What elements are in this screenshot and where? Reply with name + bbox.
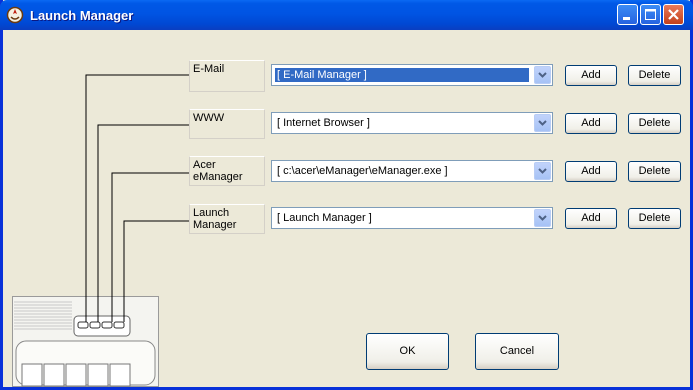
combo-launch-manager-value: [ Launch Manager ] [277,212,372,224]
launch-manager-icon [6,6,24,24]
close-icon [668,9,679,20]
label-email: E-Mail [189,60,265,92]
combo-www-value: [ Internet Browser ] [277,117,370,129]
dropdown-button[interactable] [534,162,551,180]
add-button-acer-emanager[interactable]: Add [565,161,617,182]
label-www: WWW [189,109,265,139]
combo-email-value: [ E-Mail Manager ] [275,68,529,82]
title-bar[interactable]: Launch Manager [0,0,693,30]
combo-www[interactable]: [ Internet Browser ] [271,112,553,134]
client-area: E-Mail [ E-Mail Manager ] Add Delete WWW… [3,30,690,387]
combo-acer-emanager[interactable]: [ c:\acer\eManager\eManager.exe ] [271,160,553,182]
window-title: Launch Manager [30,8,134,23]
combo-launch-manager[interactable]: [ Launch Manager ] [271,207,553,229]
add-button-launch-manager[interactable]: Add [565,208,617,229]
maximize-icon [645,9,656,20]
combo-acer-emanager-value: [ c:\acer\eManager\eManager.exe ] [277,165,448,177]
ok-button[interactable]: OK [366,333,449,370]
chevron-down-icon [538,215,547,221]
combo-email[interactable]: [ E-Mail Manager ] [271,64,553,86]
chevron-down-icon [538,168,547,174]
dropdown-button[interactable] [534,66,551,84]
add-button-www[interactable]: Add [565,113,617,134]
maximize-button[interactable] [640,4,661,25]
delete-button-email[interactable]: Delete [628,65,681,86]
dropdown-button[interactable] [534,209,551,227]
chevron-down-icon [538,120,547,126]
delete-button-acer-emanager[interactable]: Delete [628,161,681,182]
connector-lines [85,74,189,322]
delete-button-launch-manager[interactable]: Delete [628,208,681,229]
dropdown-button[interactable] [534,114,551,132]
close-button[interactable] [663,4,684,25]
launch-manager-window: Launch Manager E-Mail [E-Mail Manager]… [0,0,693,390]
delete-button-www[interactable]: Delete [628,113,681,134]
minimize-button[interactable] [617,4,638,25]
add-button-email[interactable]: Add [565,65,617,86]
cancel-button[interactable]: Cancel [475,333,559,370]
label-acer-emanager: Acer eManager [189,156,265,186]
minimize-icon [623,17,630,20]
label-launch-manager: Launch Manager [189,204,265,234]
chevron-down-icon [538,72,547,78]
